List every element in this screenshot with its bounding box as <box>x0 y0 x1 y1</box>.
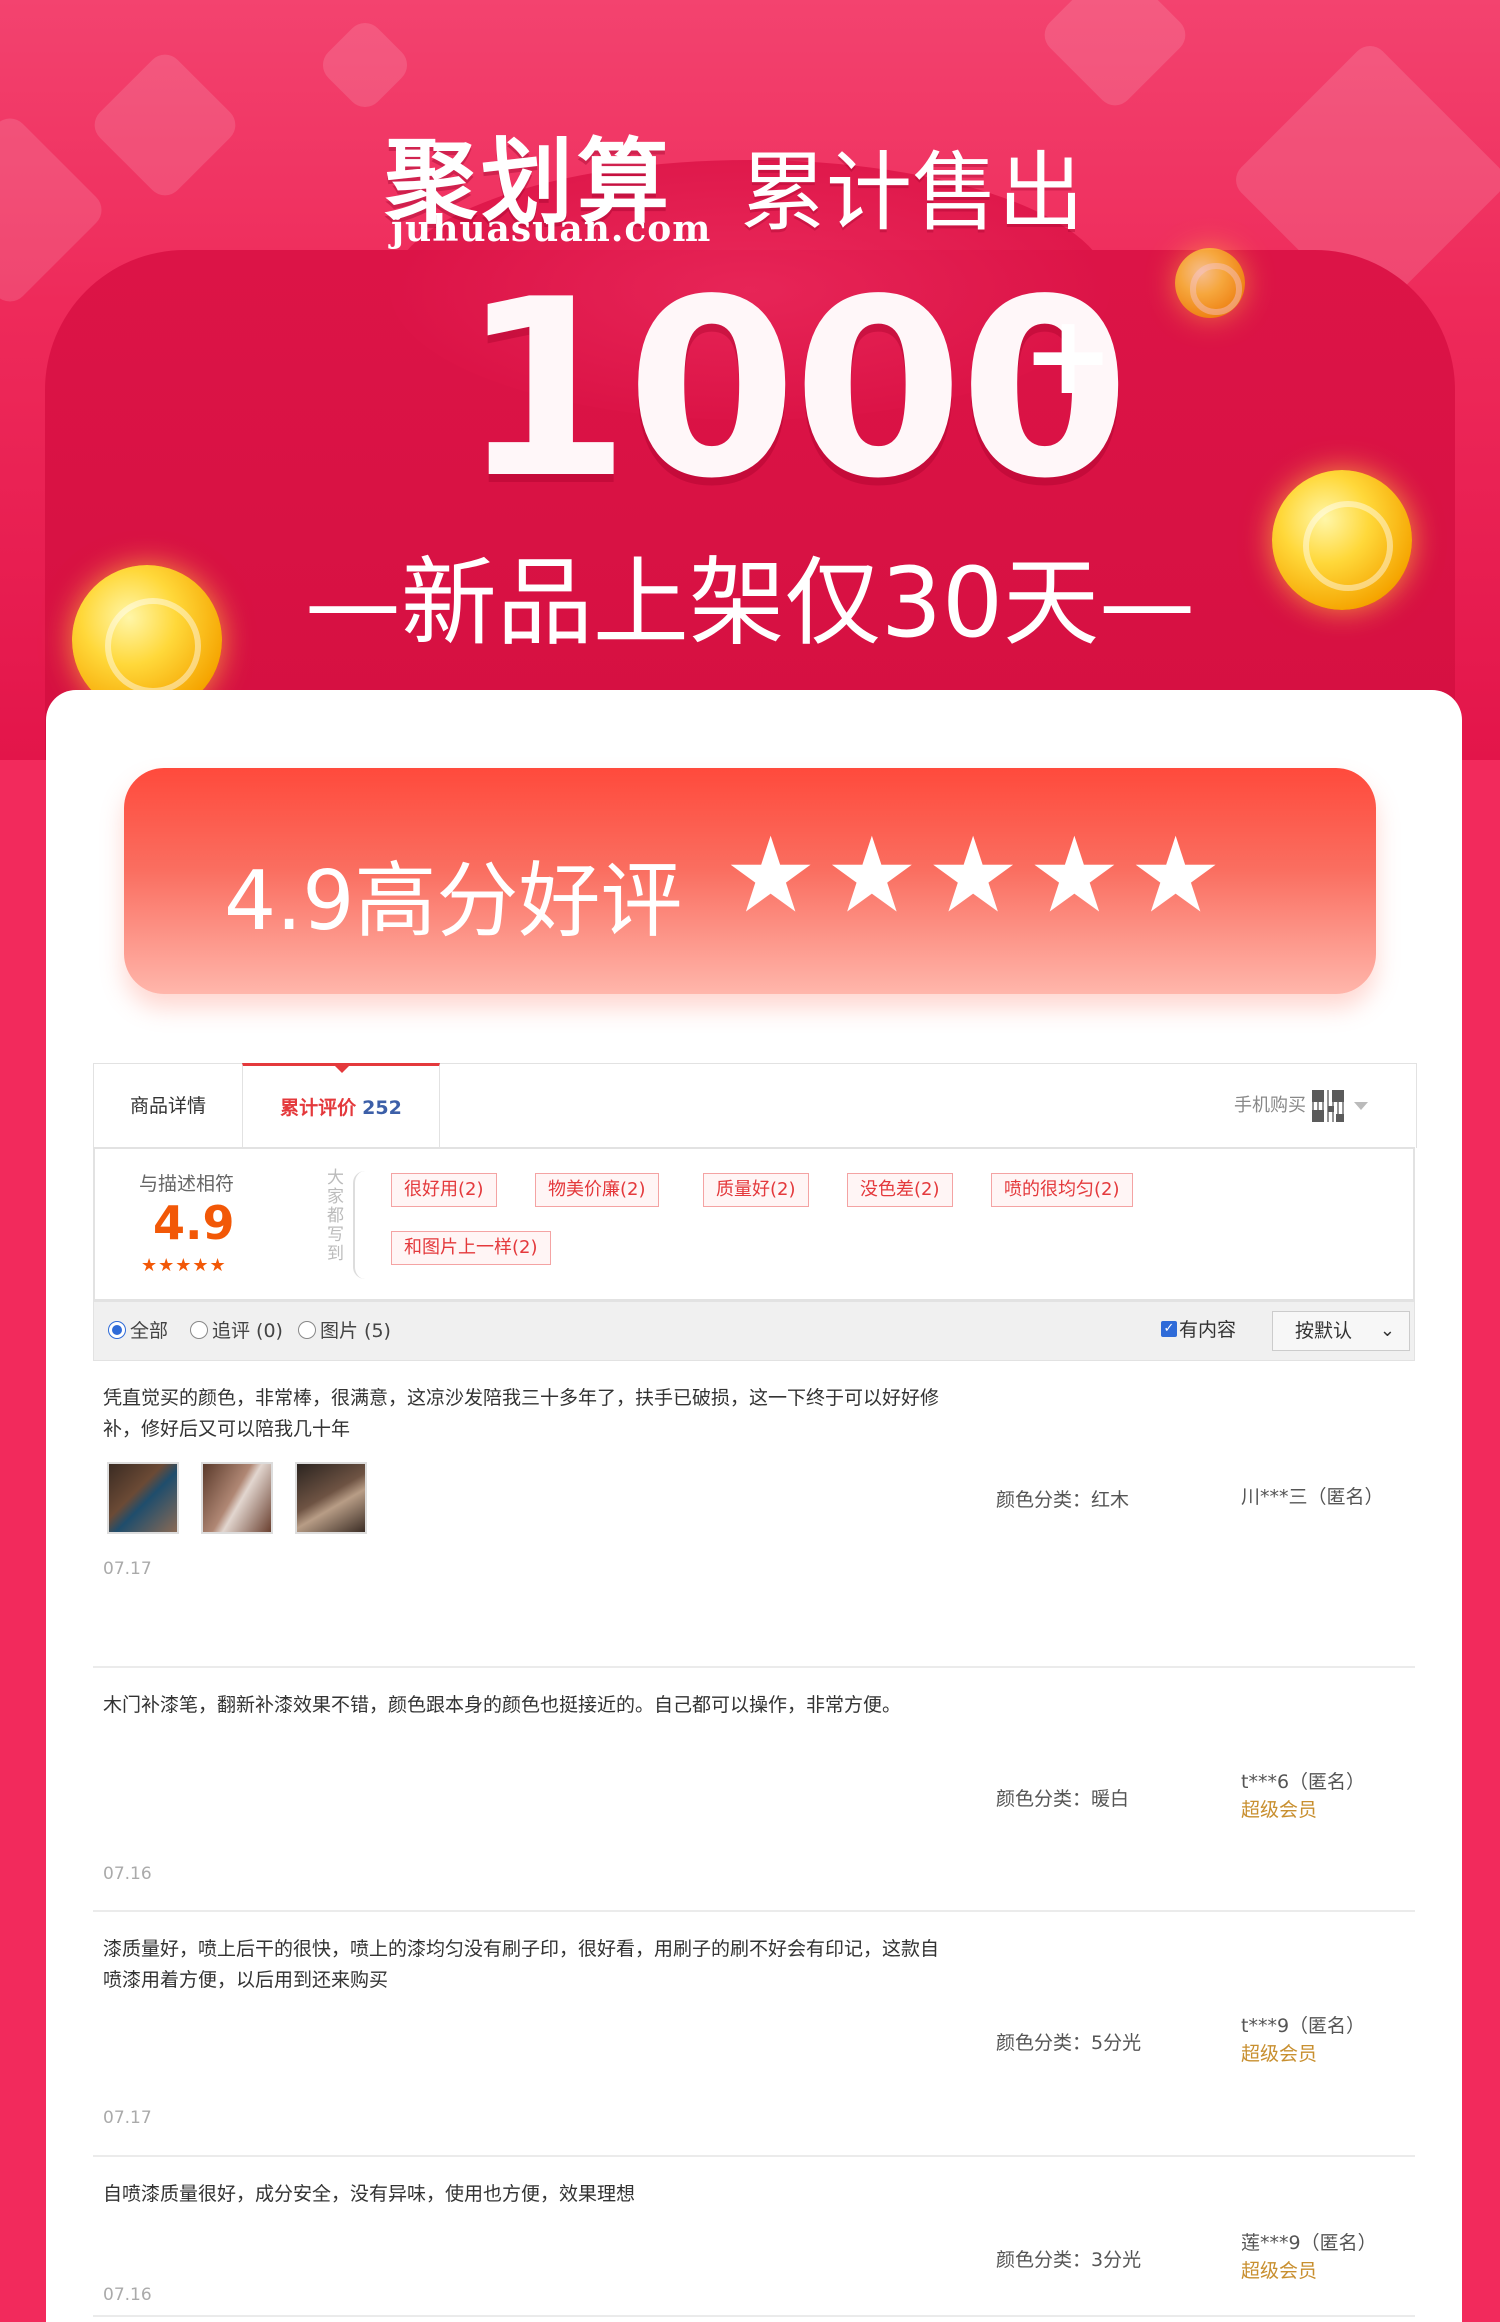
brand-domain: juhuasuan.com <box>391 208 712 250</box>
vip-badge: 超级会员 <box>1241 1799 1318 1821</box>
tab-reviews-count: 252 <box>362 1097 402 1119</box>
review-user: t***6（匿名） <box>1241 1771 1366 1793</box>
review-date: 07.16 <box>103 2285 152 2305</box>
has-content-label: 有内容 <box>1179 1319 1237 1341</box>
hero-banner: 聚划算 juhuasuan.com 累计售出 1000 + —新品上架仅30天— <box>0 0 1500 760</box>
chevron-down-icon <box>1354 1102 1368 1110</box>
review-text: 木门补漆笔，翻新补漆效果不错，颜色跟本身的颜色也挺接近的。自己都可以操作，非常方… <box>103 1694 902 1716</box>
rating-label: 与描述相符 <box>139 1173 235 1195</box>
vip-badge: 超级会员 <box>1241 2260 1318 2282</box>
impression-tag[interactable]: 和图片上一样(2) <box>391 1231 551 1265</box>
gold-coin-icon <box>1175 248 1245 318</box>
review-user: t***9（匿名） <box>1241 2015 1366 2037</box>
review-image-thumb[interactable] <box>295 1462 367 1534</box>
filter-images-label: 图片 (5) <box>320 1320 391 1342</box>
review-image-thumb[interactable] <box>107 1462 179 1534</box>
hero-subtitle: —新品上架仅30天— <box>304 547 1196 659</box>
review-spec: 颜色分类：红木 <box>996 1489 1130 1511</box>
brand-row: 聚划算 juhuasuan.com 累计售出 <box>385 108 1145 250</box>
tab-bar: 商品详情 累计评价 252 手机购买 <box>93 1063 1417 1152</box>
brace-divider <box>353 1171 369 1279</box>
score-banner-text: 4.9高分好评 <box>224 854 683 949</box>
filter-all-radio[interactable]: 全部 <box>108 1319 168 1343</box>
review-spec: 颜色分类：5分光 <box>996 2032 1142 2054</box>
review-item: 自喷漆质量很好，成分安全，没有异味，使用也方便，效果理想 07.16 颜色分类：… <box>93 2157 1415 2317</box>
radio-icon <box>298 1320 316 1339</box>
decor-diamond <box>315 15 415 115</box>
filter-all-label: 全部 <box>130 1320 169 1342</box>
review-item: 凭直觉买的颜色，非常棒，很满意，这凉沙发陪我三十多年了，扶手已破损，这一下终于可… <box>93 1361 1415 1668</box>
review-spec: 颜色分类：3分光 <box>996 2249 1142 2271</box>
impression-tag[interactable]: 没色差(2) <box>847 1173 953 1207</box>
has-content-checkbox[interactable]: ✓ 有内容 <box>1161 1317 1236 1343</box>
sort-select-label: 按默认 <box>1295 1320 1353 1342</box>
decor-diamond <box>1037 0 1193 113</box>
mobile-buy-link[interactable]: 手机购买 <box>1234 1088 1368 1124</box>
score-banner: 4.9高分好评 ★★★★★ <box>124 768 1376 994</box>
review-date: 07.17 <box>103 2108 152 2128</box>
review-text: 漆质量好，喷上后干的很快，喷上的漆均匀没有刷子印，很好看，用刷子的刷不好会有印记… <box>103 1938 940 1991</box>
impression-tag[interactable]: 质量好(2) <box>703 1173 809 1207</box>
review-date: 07.17 <box>103 1559 152 1579</box>
filter-bar: 全部 追评 (0) 图片 (5) ✓ 有内容 按默认 ⌄ <box>93 1301 1415 1361</box>
sold-plus: + <box>1022 291 1115 419</box>
tab-product-details-label: 商品详情 <box>129 1095 206 1117</box>
review-date: 07.16 <box>103 1864 152 1884</box>
review-user: 莲***9（匿名） <box>1241 2232 1377 2254</box>
decor-diamond <box>0 111 109 309</box>
mobile-buy-label: 手机购买 <box>1234 1095 1306 1116</box>
sort-select[interactable]: 按默认 ⌄ <box>1272 1311 1410 1351</box>
tab-product-details[interactable]: 商品详情 <box>94 1064 242 1148</box>
review-text: 自喷漆质量很好，成分安全，没有异味，使用也方便，效果理想 <box>103 2183 636 2205</box>
review-item: 木门补漆笔，翻新补漆效果不错，颜色跟本身的颜色也挺接近的。自己都可以操作，非常方… <box>93 1668 1415 1912</box>
radio-icon <box>190 1320 208 1339</box>
checkbox-checked-icon: ✓ <box>1161 1320 1177 1337</box>
chevron-down-icon: ⌄ <box>1379 1320 1395 1341</box>
review-text: 凭直觉买的颜色，非常棒，很满意，这凉沙发陪我三十多年了，扶手已破损，这一下终于可… <box>103 1387 940 1440</box>
sold-label: 累计售出 <box>740 143 1084 243</box>
impression-tag[interactable]: 喷的很均匀(2) <box>991 1173 1133 1207</box>
rating-summary: 与描述相符 4.9 ★★★★★ 大家都写到 很好用(2) 物美价廉(2) 质量好… <box>93 1147 1415 1301</box>
radio-checked-icon <box>108 1320 126 1339</box>
vip-badge: 超级会员 <box>1241 2043 1318 2065</box>
impression-tag[interactable]: 很好用(2) <box>391 1173 497 1207</box>
filter-images-radio[interactable]: 图片 (5) <box>298 1319 391 1343</box>
score-banner-stars: ★★★★★ <box>724 814 1231 936</box>
qr-code-icon <box>1312 1090 1344 1122</box>
rating-value: 4.9 <box>153 1196 235 1250</box>
review-user: 川***三（匿名） <box>1241 1486 1384 1508</box>
review-item: 漆质量好，喷上后干的很快，喷上的漆均匀没有刷子印，很好看，用刷子的刷不好会有印记… <box>93 1912 1415 2157</box>
impression-label: 大家都写到 <box>327 1168 344 1264</box>
decor-diamond <box>87 47 243 203</box>
filter-followup-label: 追评 (0) <box>212 1320 283 1342</box>
review-panel: 商品详情 累计评价 252 手机购买 与描述相符 4.9 ★★★★★ 大家都写到 … <box>93 1063 1417 2322</box>
impression-tag[interactable]: 物美价廉(2) <box>535 1173 659 1207</box>
review-image-thumb[interactable] <box>201 1462 273 1534</box>
review-spec: 颜色分类：暖白 <box>996 1788 1130 1810</box>
filter-followup-radio[interactable]: 追评 (0) <box>190 1319 283 1343</box>
tab-reviews[interactable]: 累计评价 252 <box>242 1063 440 1152</box>
tab-reviews-label: 累计评价 <box>280 1097 357 1119</box>
rating-stars: ★★★★★ <box>141 1255 227 1276</box>
